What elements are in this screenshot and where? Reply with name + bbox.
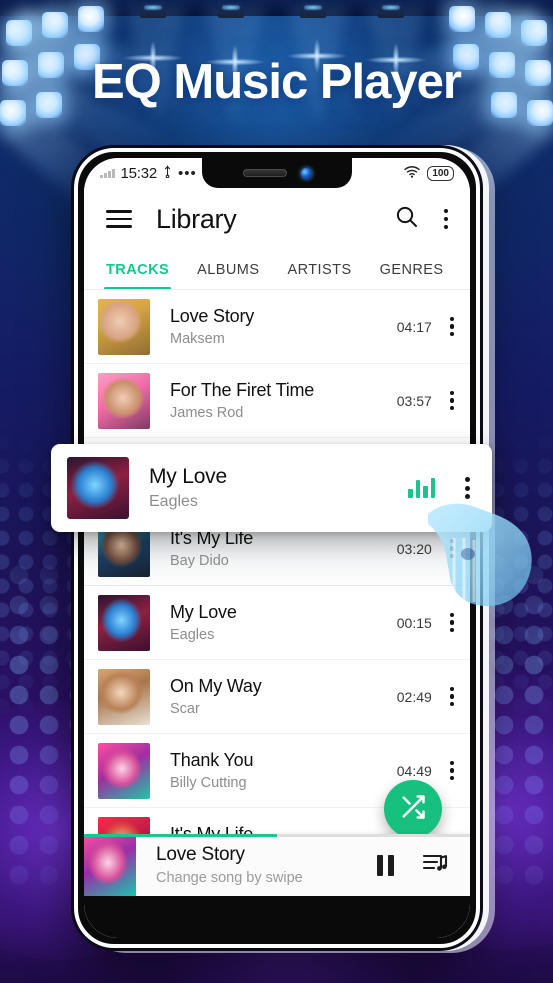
shuffle-button[interactable] — [384, 780, 442, 838]
playlist-queue-icon[interactable] — [422, 851, 448, 880]
status-more-icon: ••• — [178, 164, 197, 182]
highlighted-track-card[interactable]: My Love Eagles — [51, 444, 492, 532]
track-artist: Maksem — [170, 331, 225, 347]
album-art — [98, 668, 150, 725]
pause-icon[interactable] — [377, 854, 394, 876]
track-duration: 00:15 — [396, 614, 432, 631]
album-art — [98, 594, 150, 651]
playback-progress-bar[interactable] — [84, 834, 470, 837]
more-vertical-icon[interactable] — [449, 316, 454, 337]
front-camera-icon — [300, 167, 312, 179]
phone-bottom-bezel — [84, 896, 470, 938]
album-art — [67, 457, 129, 519]
track-artist: Billy Cutting — [170, 775, 247, 791]
album-art — [98, 372, 150, 429]
track-title: On My Way — [170, 676, 262, 696]
track-title: My Love — [170, 602, 237, 622]
equalizer-bars-icon — [408, 478, 435, 498]
tab-genres[interactable]: GENRES — [380, 250, 444, 289]
track-artist: Eagles — [170, 627, 215, 643]
phone-mockup: 15:32 ••• 100 Library TRACKS ALBUMS ARTI… — [74, 148, 480, 948]
more-vertical-icon[interactable] — [449, 612, 454, 633]
table-row[interactable]: On My Way Scar 02:49 — [84, 660, 470, 734]
tab-albums[interactable]: ALBUMS — [197, 250, 259, 289]
phone-notch — [202, 158, 352, 188]
more-vertical-icon[interactable] — [449, 686, 454, 707]
album-art — [98, 298, 150, 355]
now-playing-title: Love Story — [156, 844, 245, 865]
track-artist: Bay Dido — [170, 553, 229, 569]
banner-title: EQ Music Player — [91, 55, 462, 109]
track-duration: 02:49 — [396, 688, 432, 705]
now-playing-hint: Change song by swipe — [156, 870, 303, 886]
more-vertical-icon[interactable] — [449, 390, 454, 411]
album-art — [98, 742, 150, 799]
track-duration: 04:49 — [396, 762, 432, 779]
signal-bars-icon — [100, 168, 115, 178]
usb-icon — [163, 165, 172, 181]
more-vertical-icon[interactable] — [449, 538, 454, 559]
now-playing-bar[interactable]: Love Story Change song by swipe — [84, 834, 470, 896]
track-duration: 04:17 — [396, 318, 432, 335]
hamburger-menu-icon[interactable] — [106, 210, 132, 228]
track-title: For The Firet Time — [170, 380, 315, 400]
track-artist: Scar — [170, 701, 200, 717]
more-vertical-icon[interactable] — [443, 209, 448, 229]
battery-indicator: 100 — [427, 165, 454, 181]
earpiece-speaker-icon — [242, 169, 287, 177]
now-playing-album-art — [84, 834, 136, 896]
more-vertical-icon[interactable] — [465, 477, 470, 499]
tab-artists[interactable]: ARTISTS — [287, 250, 351, 289]
app-bar: Library — [84, 188, 470, 250]
table-row[interactable]: Love Story Maksem 04:17 — [84, 290, 470, 364]
phone-screen: 15:32 ••• 100 Library TRACKS ALBUMS ARTI… — [84, 158, 470, 938]
track-duration: 03:20 — [396, 540, 432, 557]
track-artist: James Rod — [170, 405, 244, 421]
wifi-icon — [404, 165, 421, 181]
track-title: Thank You — [170, 750, 254, 770]
track-title: Love Story — [170, 306, 255, 326]
more-vertical-icon[interactable] — [449, 760, 454, 781]
page-title: Library — [156, 203, 237, 234]
track-duration: 03:57 — [396, 392, 432, 409]
tab-bar: TRACKS ALBUMS ARTISTS GENRES FO — [84, 250, 470, 290]
track-title: My Love — [149, 465, 227, 488]
search-icon[interactable] — [395, 205, 418, 233]
tab-tracks[interactable]: TRACKS — [103, 250, 172, 289]
track-artist: Eagles — [149, 493, 198, 510]
shuffle-icon — [399, 793, 427, 826]
table-row[interactable]: My Love Eagles 00:15 — [84, 586, 470, 660]
table-row[interactable]: For The Firet Time James Rod 03:57 — [84, 364, 470, 438]
status-clock: 15:32 — [120, 164, 158, 182]
